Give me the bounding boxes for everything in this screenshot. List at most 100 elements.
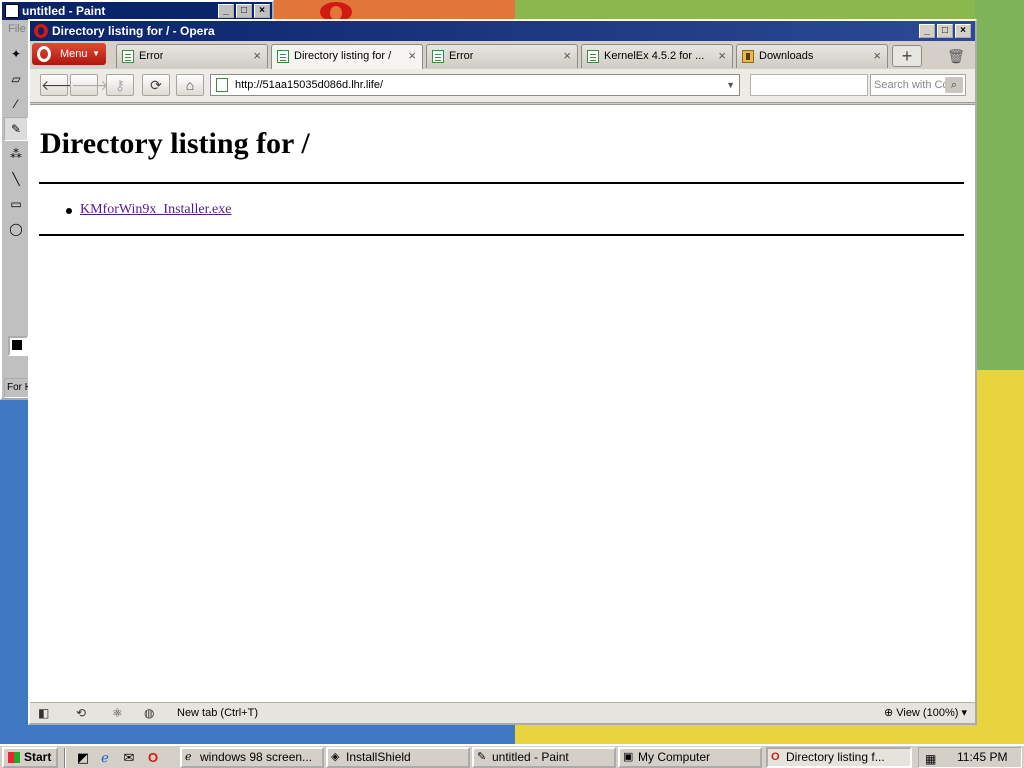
paint-maximize-button[interactable]: □ (236, 4, 252, 18)
line-tool-icon[interactable]: ╲ (4, 167, 28, 191)
clock[interactable]: 11:45 PM (957, 748, 1007, 767)
menu-label: Menu (60, 48, 88, 60)
scheduler-icon[interactable]: ▦ (925, 750, 936, 768)
tab-label: KernelEx 4.5.2 for ... (604, 50, 705, 62)
search-placeholder: Search with Co (874, 79, 949, 91)
sync-icon[interactable]: ⟲ (76, 705, 86, 721)
task-label: Directory listing f... (786, 750, 885, 764)
task-installshield[interactable]: ◈ InstallShield (326, 747, 470, 768)
zoom-control[interactable]: ⊕ View (100%) ▾ (884, 703, 967, 723)
maximize-button[interactable]: □ (937, 24, 953, 38)
tab-downloads[interactable]: Downloads × (736, 44, 888, 68)
tab-bar: Menu ▼ Error × Directory listing for / ×… (30, 41, 975, 69)
paint-minimize-button[interactable]: _ (218, 4, 234, 18)
zoom-icon: ⊕ (883, 707, 894, 719)
address-bar[interactable]: http://51aa15035d086d.lhr.life/ ▼ (210, 74, 740, 96)
tab-error-1[interactable]: Error × (116, 44, 268, 68)
unite-icon[interactable]: ⚛ (112, 705, 123, 721)
tab-error-2[interactable]: Error × (426, 44, 578, 68)
tab-label: Directory listing for / (294, 50, 392, 62)
reload-button[interactable]: ⟳ (142, 74, 170, 96)
chevron-down-icon[interactable]: ▼ (726, 75, 735, 95)
status-bar: ◧ ⟲ ⚛ ◍ New tab (Ctrl+T) ⊕ View (100%) ▾ (30, 702, 975, 723)
wallpaper-green-band (975, 0, 1024, 372)
computer-icon: ▣ (623, 751, 634, 763)
closed-tabs-trash-icon[interactable]: 🗑 (945, 45, 967, 67)
tab-close-icon[interactable]: × (718, 45, 726, 67)
back-button[interactable]: 🡐 (40, 74, 79, 96)
select-tool-icon[interactable]: ✦ (4, 42, 28, 66)
forward-button[interactable]: 🡒 (70, 74, 109, 96)
desktop: untitled - Paint _ □ × File ✦ ▱ ⁄ ✎ ⁂ ╲ … (0, 0, 1024, 744)
task-windows98-screen[interactable]: ℯ windows 98 screen... (180, 747, 324, 768)
tab-kernelex[interactable]: KernelEx 4.5.2 for ... × (581, 44, 733, 68)
ie-icon: ℯ (185, 751, 192, 763)
rectangle-tool-icon[interactable]: ▭ (4, 192, 28, 216)
task-my-computer[interactable]: ▣ My Computer (618, 747, 762, 768)
task-paint[interactable]: ✎ untitled - Paint (472, 747, 616, 768)
tab-close-icon[interactable]: × (408, 45, 416, 67)
address-value: http://51aa15035d086d.lhr.life/ (235, 79, 384, 91)
list-bullet (66, 208, 72, 214)
page-content: Directory listing for / KMforWin9x_Insta… (30, 104, 975, 702)
opera-window: Directory listing for / - Opera _ □ × Me… (28, 19, 977, 725)
tab-close-icon[interactable]: × (873, 45, 881, 67)
opera-o-icon (37, 46, 51, 62)
paint-window-controls: _ □ × (218, 4, 270, 18)
tab-label: Error (449, 50, 474, 62)
divider (39, 234, 964, 236)
picker-tool-icon[interactable]: ⁄ (4, 92, 28, 116)
paint-title-bar[interactable]: untitled - Paint _ □ × (2, 2, 272, 20)
minimize-button[interactable]: _ (919, 24, 935, 38)
start-label: Start (24, 750, 52, 764)
divider (39, 182, 964, 184)
opera-menu-button[interactable]: Menu ▼ (32, 43, 106, 65)
panel-toggle-icon[interactable]: ◧ (38, 705, 49, 721)
show-desktop-icon[interactable]: ◩ (74, 749, 92, 767)
file-link[interactable]: KMforWin9x_Installer.exe (80, 202, 231, 218)
outlook-express-icon[interactable]: ✉ (120, 749, 138, 767)
downloads-icon (742, 50, 754, 63)
tab-label: Downloads (759, 50, 814, 62)
task-label: My Computer (638, 750, 711, 764)
installshield-icon: ◈ (331, 751, 340, 763)
page-icon (587, 50, 599, 63)
internet-explorer-icon[interactable]: ℯ (96, 749, 114, 767)
close-button[interactable]: × (955, 24, 971, 38)
paint-color-swatch[interactable] (8, 336, 28, 356)
windows-flag-icon (8, 752, 20, 763)
chevron-down-icon: ▾ (961, 707, 967, 719)
search-icon[interactable]: ⌕ (945, 77, 963, 93)
page-title: Directory listing for / (40, 127, 310, 160)
paint-status-help: For H (4, 378, 30, 398)
opera-logo-icon (34, 24, 48, 38)
home-button[interactable]: ⌂ (176, 74, 204, 96)
turbo-icon[interactable]: ◍ (144, 705, 154, 721)
task-label: untitled - Paint (492, 750, 569, 764)
taskbar: Start ◩ ℯ ✉ O ℯ windows 98 screen... ◈ I… (0, 744, 1024, 768)
page-icon (216, 78, 228, 92)
window-title: Directory listing for / - Opera (52, 24, 215, 38)
paint-close-button[interactable]: × (254, 4, 270, 18)
tab-directory-listing[interactable]: Directory listing for / × (271, 44, 423, 69)
taskbar-separator (64, 748, 66, 768)
key-icon[interactable]: ⚷ (106, 74, 134, 96)
eraser-tool-icon[interactable]: ▱ (4, 67, 28, 91)
new-tab-button[interactable]: + (892, 45, 922, 67)
ellipse-tool-icon[interactable]: ◯ (4, 217, 28, 241)
opera-quicklaunch-icon[interactable]: O (144, 749, 162, 767)
page-icon (432, 50, 444, 63)
task-opera-directory-listing[interactable]: O Directory listing f... (766, 747, 912, 768)
toolbar-gadget (750, 74, 868, 96)
tab-close-icon[interactable]: × (253, 45, 261, 67)
search-input[interactable]: Search with Co ⌕ (870, 74, 966, 96)
pencil-tool-icon[interactable]: ✎ (4, 117, 28, 141)
window-controls: _ □ × (919, 24, 971, 38)
start-button[interactable]: Start (2, 747, 58, 768)
task-label: windows 98 screen... (200, 750, 313, 764)
chevron-down-icon: ▼ (92, 49, 100, 58)
tab-label: Error (139, 50, 164, 62)
window-title-bar[interactable]: Directory listing for / - Opera _ □ × (30, 21, 975, 41)
airbrush-tool-icon[interactable]: ⁂ (4, 142, 28, 166)
tab-close-icon[interactable]: × (563, 45, 571, 67)
